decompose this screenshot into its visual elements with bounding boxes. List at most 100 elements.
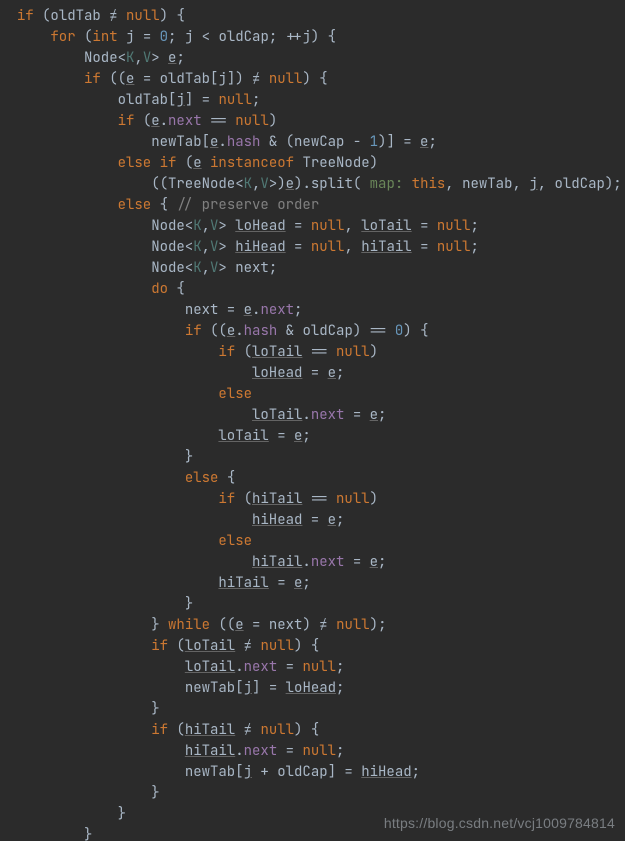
code-token: next xyxy=(244,658,278,676)
code-line[interactable]: else if (e instanceof TreeNode) xyxy=(0,154,378,172)
code-token: = xyxy=(277,742,302,760)
code-token: e xyxy=(286,175,294,193)
code-line[interactable]: } xyxy=(0,805,126,823)
code-token: e xyxy=(227,322,235,340)
code-token: == xyxy=(202,112,236,130)
code-token xyxy=(202,154,210,172)
code-line[interactable]: } xyxy=(0,448,193,466)
code-line[interactable]: else { xyxy=(0,469,235,487)
code-token: ; xyxy=(336,658,344,676)
code-token: null xyxy=(269,70,303,88)
code-token: , newTab, xyxy=(445,175,529,193)
code-line[interactable]: if (hiTail ≠ null) { xyxy=(0,721,319,739)
code-line[interactable]: hiTail.next = null; xyxy=(0,742,344,760)
code-token: = xyxy=(277,658,302,676)
code-token: j xyxy=(244,679,252,697)
code-token: hiTail xyxy=(185,721,235,739)
code-token: next = xyxy=(185,301,244,319)
code-line[interactable]: Node<K,V> e; xyxy=(0,49,185,67)
code-token: ( xyxy=(244,343,252,361)
code-token: ) { xyxy=(302,70,327,88)
code-line[interactable]: loTail = e; xyxy=(0,427,311,445)
code-token: )] = xyxy=(378,133,420,151)
code-token: > next; xyxy=(218,259,277,277)
code-line[interactable]: else xyxy=(0,532,252,550)
code-line[interactable]: loHead = e; xyxy=(0,364,344,382)
code-token: ) { xyxy=(294,721,319,739)
code-line[interactable]: for (int j = 0; j < oldCap; ++j) { xyxy=(0,28,336,46)
code-token: > xyxy=(151,49,168,67)
code-token: . xyxy=(302,553,310,571)
code-line[interactable]: newTab[e.hash & (newCap - 1)] = e; xyxy=(0,133,437,151)
code-line[interactable]: } while ((e = next) ≠ null); xyxy=(0,616,386,634)
code-token xyxy=(260,70,268,88)
code-token: = xyxy=(412,238,437,256)
code-token: loHead xyxy=(252,364,302,382)
code-token: hiHead xyxy=(361,763,411,781)
code-line[interactable]: ((TreeNode<K,V>)e).split( map: this, new… xyxy=(0,175,622,193)
code-token: hash xyxy=(227,133,261,151)
code-token: loTail xyxy=(185,637,235,655)
code-token: . xyxy=(302,406,310,424)
code-token: ) xyxy=(370,490,378,508)
code-line[interactable]: loTail.next = null; xyxy=(0,658,344,676)
code-line[interactable]: else xyxy=(0,385,252,403)
code-line[interactable]: if (loTail ≠ null) { xyxy=(0,637,319,655)
code-line[interactable]: Node<K,V> hiHead = null, hiTail = null; xyxy=(0,238,479,256)
code-token: ; xyxy=(336,364,344,382)
code-line[interactable]: if (loTail == null) xyxy=(0,343,378,361)
code-line[interactable]: if ((e.hash & oldCap) == 0) { xyxy=(0,322,428,340)
code-line[interactable]: Node<K,V> loHead = null, loTail = null; xyxy=(0,217,479,235)
code-token: do xyxy=(151,280,176,298)
watermark-text: https://blog.csdn.net/vcj1009784814 xyxy=(384,815,615,831)
code-token: null xyxy=(235,112,269,130)
code-token: Node< xyxy=(151,217,193,235)
code-token: ] = xyxy=(185,91,219,109)
code-token: { xyxy=(227,469,235,487)
code-token: } xyxy=(185,595,193,613)
code-line[interactable]: } xyxy=(0,595,193,613)
code-line[interactable]: newTab[j + oldCap] = hiHead; xyxy=(0,763,420,781)
code-line[interactable]: else { // preserve order xyxy=(0,196,319,214)
code-line[interactable]: if (e.next == null) xyxy=(0,112,277,130)
code-token: hiTail xyxy=(252,490,302,508)
code-token: = xyxy=(344,553,369,571)
code-token: ; xyxy=(336,511,344,529)
code-line[interactable]: } xyxy=(0,700,160,718)
code-editor[interactable]: if (oldTab ≠ null) { for (int j = 0; j <… xyxy=(0,0,625,841)
code-line[interactable]: if ((e = oldTab[j]) ≠ null) { xyxy=(0,70,328,88)
code-token: (( xyxy=(109,70,126,88)
code-line[interactable]: } xyxy=(0,784,160,802)
code-line[interactable]: do { xyxy=(0,280,185,298)
code-token: = oldTab[j]) xyxy=(134,70,252,88)
code-line[interactable]: hiTail.next = e; xyxy=(0,553,386,571)
code-token: = xyxy=(302,511,327,529)
code-line[interactable]: Node<K,V> next; xyxy=(0,259,277,277)
code-token: > xyxy=(218,217,235,235)
code-line[interactable]: } xyxy=(0,826,92,841)
code-token: 0 xyxy=(395,322,403,340)
code-line[interactable]: oldTab[j] = null; xyxy=(0,91,260,109)
code-token: loTail xyxy=(252,406,302,424)
code-token: null xyxy=(302,742,336,760)
code-token: e xyxy=(328,364,336,382)
code-line[interactable]: hiHead = e; xyxy=(0,511,344,529)
code-line[interactable]: next = e.next; xyxy=(0,301,302,319)
code-token: null xyxy=(260,637,294,655)
code-token: else if xyxy=(118,154,185,172)
code-token: loHead xyxy=(286,679,336,697)
code-token: hiTail xyxy=(218,574,268,592)
code-token: ); xyxy=(370,616,387,634)
code-line[interactable]: loTail.next = e; xyxy=(0,406,386,424)
code-token: K xyxy=(193,217,201,235)
code-token: ≠ xyxy=(109,7,117,25)
code-token: else xyxy=(118,196,160,214)
code-line[interactable]: if (oldTab ≠ null) { xyxy=(0,7,185,25)
code-token: null xyxy=(260,721,294,739)
code-token: ((TreeNode< xyxy=(151,175,243,193)
code-line[interactable]: if (hiTail == null) xyxy=(0,490,378,508)
code-token: null xyxy=(437,238,471,256)
code-line[interactable]: hiTail = e; xyxy=(0,574,311,592)
code-line[interactable]: newTab[j] = loHead; xyxy=(0,679,344,697)
code-token: = xyxy=(269,427,294,445)
